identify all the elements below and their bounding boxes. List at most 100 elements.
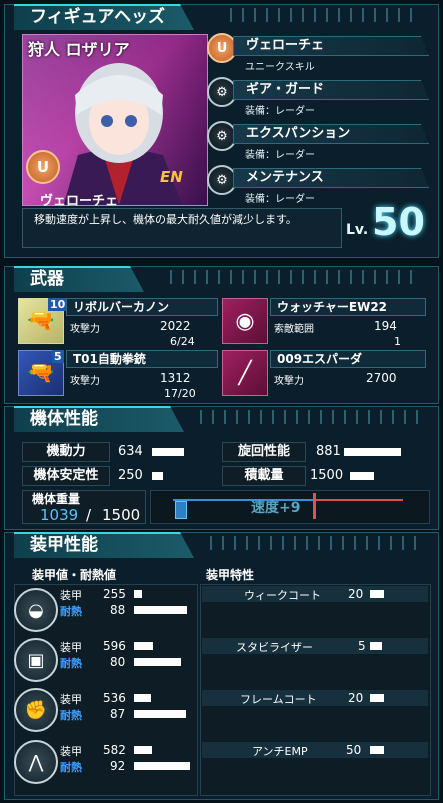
weapon-stat-label-2: 索敵範囲 [274,324,314,335]
armor-label-3: 装甲 [60,693,82,706]
stat-bar-turning [344,448,401,456]
armor-col-right: 装甲特性 [206,568,255,582]
skill-sub-3: 装備：レーダー [245,150,315,161]
weapons-header: 武器 [14,266,144,292]
trait-value-1: 20 [348,587,364,601]
heat-label-3: 耐熱 [60,709,82,722]
heat-value-1: 88 [110,603,126,617]
weight-gauge: 速度+9 [150,490,430,524]
trait-value-4: 50 [346,743,362,757]
armor-label-1: 装甲 [60,589,82,602]
weapon-stat-label-1: 攻撃力 [70,324,100,335]
gear-icon: ⚙ [207,165,237,195]
skill-sub-1: ユニークスキル [245,62,315,73]
weapon-ammo-1: 6/24 [170,335,195,348]
trait-name-3: フレームコート [240,693,317,706]
trait-name-1: ウィークコート [244,589,321,602]
header-deco [210,536,420,550]
heat-bar-3 [134,710,186,718]
skill-sub-4: 装備：レーダー [245,194,315,205]
heat-value-2: 80 [110,655,126,669]
weapon-icon-radar: ◉ [222,298,268,344]
weight-label: 機体重量 [32,492,81,506]
armor-header: 装甲性能 [14,532,194,558]
figure-heads-header: フィギュアヘッズ [14,4,194,30]
armor-value-3: 536 [103,691,126,705]
weapon-name-2: ウォッチャーEW22 [270,298,426,316]
heat-bar-4 [134,762,190,770]
heat-label-4: 耐熱 [60,761,82,774]
skill-sub-2: 装備：レーダー [245,106,315,117]
weight-gauge-line-red [313,499,403,501]
armor-bar-1 [134,590,142,598]
stat-value-capacity: 1500 [310,468,344,483]
stat-bar-capacity [350,472,374,480]
head-icon: ◒ [14,588,58,632]
weapon-ammo-3: 17/20 [164,387,196,400]
performance-header: 機体性能 [14,406,184,432]
trait-bar-1 [370,590,384,598]
stat-label-capacity: 積載量 [222,466,306,486]
heat-value-4: 92 [110,759,126,773]
skill-name-1: ヴェローチェ [233,36,429,56]
weapon-level-1: 10 [48,298,68,311]
gear-icon: ⚙ [207,121,237,151]
skill-icon-unique: U [207,33,237,63]
header-deco [170,270,420,284]
unique-skill-icon: U [26,150,60,184]
trait-bar-2 [370,642,382,650]
weapon-name-3: T01自動拳銃 [66,350,218,368]
trait-value-2: 5 [358,639,366,653]
level-value: 50 [372,200,425,244]
weight-gauge-pointer [313,493,316,519]
trait-bar-4 [370,746,384,754]
heat-bar-2 [134,658,181,666]
armor-value-2: 596 [103,639,126,653]
weapon-stat-label-4: 攻撃力 [274,376,304,387]
heat-bar-1 [134,606,187,614]
heat-value-3: 87 [110,707,126,721]
weapon-name-4: 009エスパーダ [270,350,426,368]
weapon-stat-value-4: 2700 [366,371,397,385]
armor-bar-3 [134,694,151,702]
armor-label-4: 装甲 [60,745,82,758]
skill-name-2: ギア・ガード [233,80,429,100]
weapon-icon-sword: ╱ [222,350,268,396]
trait-box-4 [202,742,428,758]
pilot-name-label: 狩人 ロザリア [28,40,130,59]
leg-icon: ⋀ [14,740,58,784]
pilot-skill-name: ヴェローチェ [40,194,119,209]
heat-label-2: 耐熱 [60,657,82,670]
trait-name-4: アンチEMP [252,745,308,758]
stat-label-stability: 機体安定性 [22,466,110,486]
trait-name-2: スタビライザー [236,641,313,654]
heat-label-1: 耐熱 [60,605,82,618]
skill-name-3: エクスパンション [233,124,429,144]
weight-max: 1500 [102,506,141,524]
trait-bar-3 [370,694,384,702]
en-badge: EN [160,168,183,186]
body-icon: ▣ [14,638,58,682]
stat-value-turning: 881 [316,444,341,459]
stat-bar-stability [152,472,163,480]
stat-label-mobility: 機動力 [22,442,110,462]
weapon-stat-label-3: 攻撃力 [70,376,100,387]
stat-value-stability: 250 [118,468,143,483]
armor-bar-2 [134,642,153,650]
armor-col-left: 装甲値・耐熱値 [32,568,117,582]
header-deco [200,410,420,424]
weapon-stat-value-1: 2022 [160,319,191,333]
weapon-level-3: 5 [52,350,64,363]
level-prefix: Lv. [346,222,369,238]
gear-icon: ⚙ [207,77,237,107]
skill-description: 移動速度が上昇し、機体の最大耐久値が減少します。 [34,213,297,226]
weight-current: 1039 [40,506,79,524]
weapon-stat-value-3: 1312 [160,371,191,385]
stat-bar-mobility [152,448,184,456]
weapon-ammo-2: 1 [394,335,401,348]
header-deco [230,8,420,22]
armor-bar-4 [134,746,152,754]
speed-bonus-text: 速度+9 [251,500,301,516]
stat-label-turning: 旋回性能 [222,442,306,462]
trait-value-3: 20 [348,691,364,705]
